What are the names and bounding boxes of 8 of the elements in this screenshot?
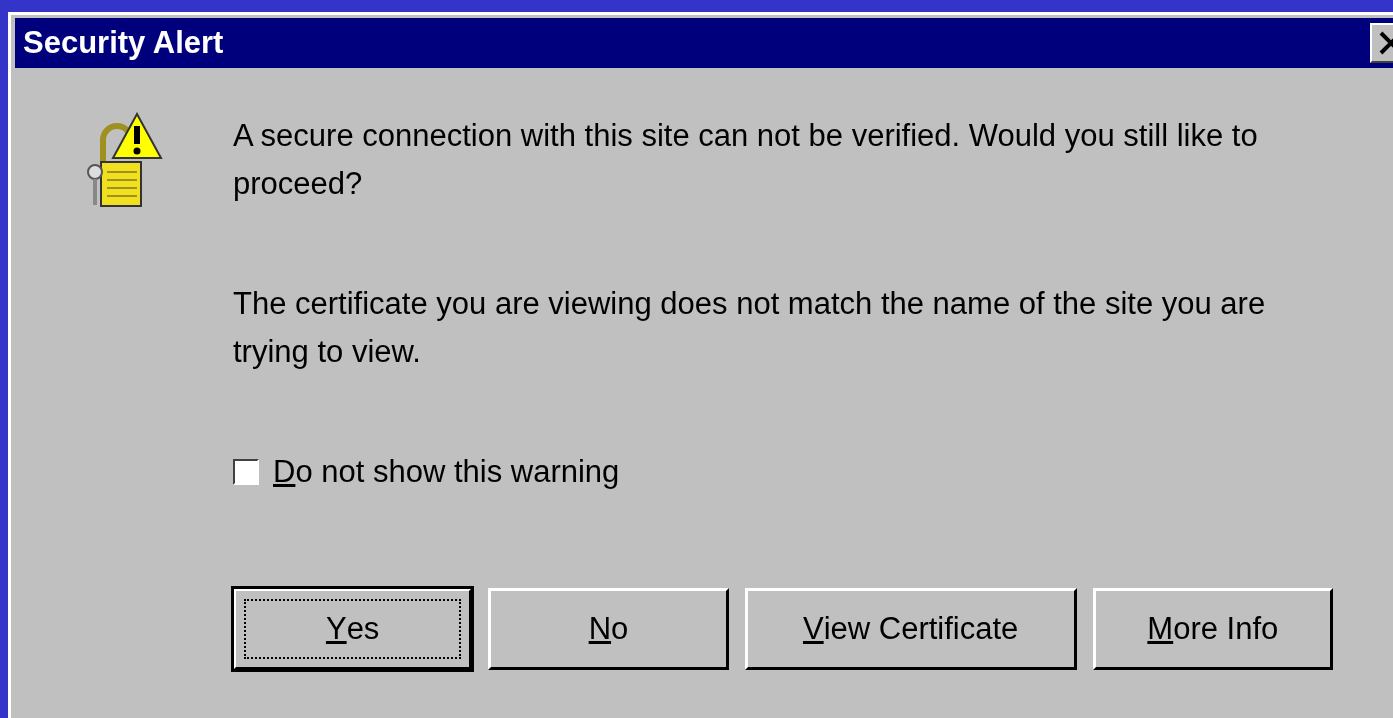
dialog-button[interactable]: No (488, 588, 729, 670)
dialog-button[interactable]: More Info (1092, 588, 1333, 670)
message-text: The certificate you are viewing does not match the name of the site you are trying to view. (233, 285, 1267, 371)
message-text: A secure connection with this site can not be verified. Would you still like to proceed? (233, 117, 1259, 203)
dialog-button[interactable]: Yes (233, 588, 473, 670)
window-title: Security Alert (23, 25, 224, 61)
checkbox-label[interactable]: Do not show this warning (273, 448, 620, 496)
dialog-button[interactable]: View Certificate (744, 588, 1077, 670)
